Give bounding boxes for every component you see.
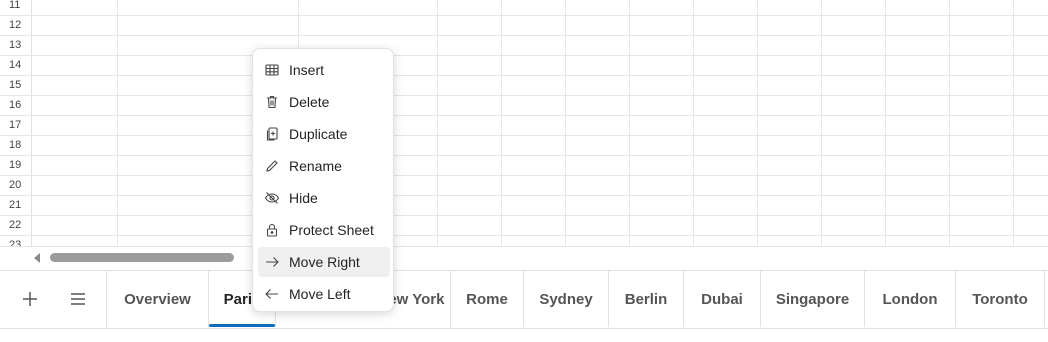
table-insert-icon	[262, 60, 282, 80]
sheet-tab-overview[interactable]: Overview	[106, 271, 208, 327]
row-header[interactable]: 17	[0, 116, 32, 136]
tab-label: Rome	[466, 290, 508, 308]
sheet-tab-toronto[interactable]: Toronto	[955, 271, 1045, 327]
row-header[interactable]: 12	[0, 16, 32, 36]
row-header[interactable]: 22	[0, 216, 32, 236]
grid-row-line	[32, 155, 1048, 156]
horizontal-scrollbar[interactable]	[0, 246, 1048, 269]
lock-icon	[262, 220, 282, 240]
grid-row-line	[32, 95, 1048, 96]
tab-label: Sydney	[539, 290, 593, 308]
plus-icon	[22, 291, 38, 307]
menu-item-hide[interactable]: Hide	[258, 183, 390, 213]
grid-column-line	[629, 0, 630, 246]
row-header[interactable]: 19	[0, 156, 32, 176]
grid-column-line	[885, 0, 886, 246]
trash-icon	[262, 92, 282, 112]
active-tab-indicator	[209, 324, 275, 327]
scroll-left-arrow-icon[interactable]	[34, 253, 40, 263]
menu-item-label: Duplicate	[289, 126, 348, 142]
grid-row-line	[32, 75, 1048, 76]
row-header[interactable]: 11	[0, 0, 32, 16]
menu-item-delete[interactable]: Delete	[258, 87, 390, 117]
grid-row-line	[32, 215, 1048, 216]
grid-column-line	[757, 0, 758, 246]
grid-row-line	[32, 195, 1048, 196]
grid-column-line	[821, 0, 822, 246]
grid-column-line	[693, 0, 694, 246]
grid-row-line	[32, 235, 1048, 236]
sheet-tab-dubai[interactable]: Dubai	[683, 271, 760, 327]
row-header[interactable]: 15	[0, 76, 32, 96]
tab-label: London	[882, 290, 938, 308]
grid-column-line	[1013, 0, 1014, 246]
menu-item-move-right[interactable]: Move Right	[258, 247, 390, 277]
eye-off-icon	[262, 188, 282, 208]
menu-item-duplicate[interactable]: Duplicate	[258, 119, 390, 149]
tab-label: Dubai	[701, 290, 743, 308]
pencil-icon	[262, 156, 282, 176]
grid-column-line	[949, 0, 950, 246]
row-header[interactable]: 21	[0, 196, 32, 216]
sheet-tab-singapore[interactable]: Singapore	[760, 271, 864, 327]
grid-column-line	[117, 0, 118, 246]
sheet-tab-london[interactable]: London	[864, 271, 955, 327]
menu-item-move-left[interactable]: Move Left	[258, 279, 390, 309]
spreadsheet-grid[interactable]: 11 12 13 14 15 16 17 18 19 20 21 22 23	[0, 0, 1048, 246]
add-sheet-button[interactable]	[6, 271, 54, 327]
grid-column-line	[565, 0, 566, 246]
grid-row-line	[32, 35, 1048, 36]
grid-row-line	[32, 115, 1048, 116]
menu-item-label: Insert	[289, 62, 325, 78]
menu-item-protect-sheet[interactable]: Protect Sheet	[258, 215, 390, 245]
scroll-thumb[interactable]	[50, 253, 234, 262]
sheet-tab-sydney[interactable]: Sydney	[523, 271, 608, 327]
row-header[interactable]: 23	[0, 236, 32, 246]
menu-item-insert[interactable]: Insert	[258, 55, 390, 85]
menu-item-rename[interactable]: Rename	[258, 151, 390, 181]
tab-label: Singapore	[775, 290, 850, 308]
grid-row-line	[32, 175, 1048, 176]
sheet-tab-rome[interactable]: Rome	[450, 271, 523, 327]
row-header[interactable]: 14	[0, 56, 32, 76]
menu-icon	[70, 292, 86, 306]
menu-item-label: Move Left	[289, 286, 351, 302]
arrow-right-icon	[262, 252, 282, 272]
menu-item-label: Move Right	[289, 254, 360, 270]
tab-label: Berlin	[624, 290, 668, 308]
grid-column-line	[501, 0, 502, 246]
menu-item-label: Rename	[289, 158, 342, 174]
row-header[interactable]: 16	[0, 96, 32, 116]
menu-item-label: Hide	[289, 190, 318, 206]
all-sheets-button[interactable]	[54, 271, 102, 327]
grid-row-line	[32, 15, 1048, 16]
menu-item-label: Delete	[289, 94, 330, 110]
duplicate-icon	[262, 124, 282, 144]
grid-column-line	[437, 0, 438, 246]
tab-label: Overview	[124, 290, 191, 308]
row-header[interactable]: 13	[0, 36, 32, 56]
row-header[interactable]: 20	[0, 176, 32, 196]
row-header[interactable]: 18	[0, 136, 32, 156]
sheet-tab-berlin[interactable]: Berlin	[608, 271, 683, 327]
menu-item-label: Protect Sheet	[289, 222, 374, 238]
grid-row-line	[32, 55, 1048, 56]
arrow-left-icon	[262, 284, 282, 304]
tab-label: Toronto	[972, 290, 1028, 308]
grid-row-line	[32, 135, 1048, 136]
sheet-tab-bar: Overview Paris New York Rome Sydney Berl…	[0, 270, 1048, 329]
sheet-context-menu: Insert Delete Duplicate Rename Hide Prot…	[252, 48, 394, 312]
